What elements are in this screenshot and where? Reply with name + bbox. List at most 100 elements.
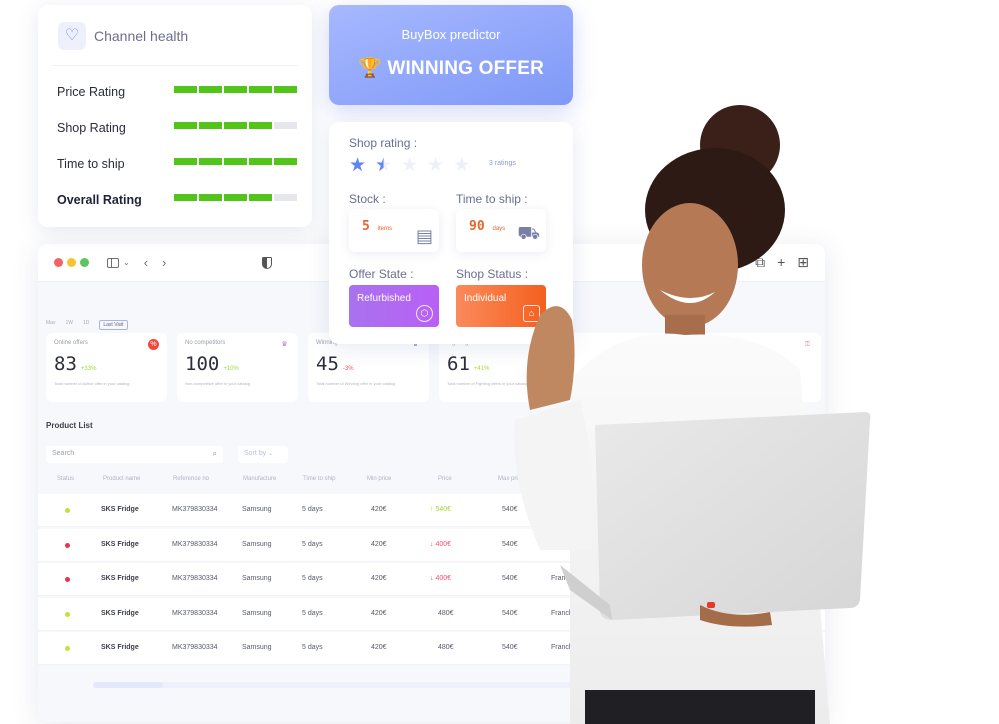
rating-bar <box>174 194 297 201</box>
range-tab[interactable]: 1D <box>83 320 89 330</box>
rating-segment-filled <box>249 86 272 93</box>
kpi-card-no-competitors[interactable]: No competitors ♛ 100 +10% Non-competitive… <box>177 333 298 402</box>
raised-fist <box>526 306 575 410</box>
sort-by-label: Sort by <box>244 450 267 457</box>
rating-segment-filled <box>274 158 297 165</box>
rating-segment-filled <box>174 194 197 201</box>
cell-price: ↓ 400€ <box>430 540 452 548</box>
rating-segment-filled <box>274 86 297 93</box>
cell-ship: 5 days <box>302 644 323 651</box>
kpi-description: Total number of Active offer in your cat… <box>54 381 130 386</box>
shop-rating-label: Shop rating : <box>349 136 418 150</box>
chevron-down-icon: ⌄ <box>268 451 274 457</box>
status-dot <box>65 508 70 513</box>
forward-arrow-icon[interactable]: › <box>162 256 166 269</box>
rating-label: Shop Rating <box>57 121 126 135</box>
price-value: 480€ <box>438 644 454 651</box>
kpi-description: Non-competitive offer in your catalog <box>185 381 251 386</box>
cell-ship: 5 days <box>302 575 323 582</box>
cell-price: 480€ <box>438 644 454 651</box>
person-with-laptop-image <box>514 105 871 724</box>
rating-segment-filled <box>199 194 222 201</box>
price-value: 540€ <box>435 506 452 513</box>
cell-manufacturer: Samsung <box>242 575 272 582</box>
cell-min: 420€ <box>371 575 387 582</box>
rating-segment-filled <box>224 86 247 93</box>
status-dot <box>65 611 70 617</box>
channel-health-card: ♡ Channel health Price Rating Shop Rating… <box>38 5 312 227</box>
stock-box: 5 items ▤ <box>349 209 439 252</box>
star-half-icon: ★ <box>375 155 393 176</box>
stock-label: Stock : <box>349 192 386 206</box>
cell-manufacturer: Samsung <box>242 644 272 651</box>
cell-name: SKS Fridge <box>101 644 139 651</box>
percent-icon: % <box>148 339 159 350</box>
star-empty-icon: ★ <box>427 155 445 176</box>
column-header: Reference no <box>173 476 210 482</box>
shelf-icon: ▤ <box>415 226 433 246</box>
divider <box>52 65 298 66</box>
kpi-value: 61 <box>447 353 470 375</box>
kpi-value: 83 <box>54 353 77 375</box>
cell-ref: MK379830334 <box>172 609 218 617</box>
rating-segment-empty <box>274 122 297 129</box>
cell-name: SKS Fridge <box>101 575 139 582</box>
offer-state-value: Refurbished <box>357 293 411 304</box>
cell-min: 420€ <box>371 609 387 617</box>
cell-manufacturer: Samsung <box>242 609 272 617</box>
range-tab-active[interactable]: Last Visit <box>99 320 128 330</box>
kpi-delta: +33% <box>80 366 97 372</box>
star-empty-icon: ★ <box>453 155 471 176</box>
search-input[interactable]: Search ⌕ <box>46 446 223 463</box>
price-value: 400€ <box>435 575 452 582</box>
cell-name: SKS Fridge <box>101 540 139 548</box>
cell-price: ↑ 540€ <box>430 506 452 513</box>
kpi-delta: +41% <box>473 366 490 372</box>
cell-manufacturer: Samsung <box>242 506 272 513</box>
rating-segment-empty <box>274 194 297 201</box>
buybox-subtitle: BuyBox predictor <box>401 27 501 42</box>
sidebar-toggle-icon[interactable] <box>107 257 119 268</box>
column-header: Product name <box>103 476 141 482</box>
kpi-card-online-offers[interactable]: Online offers % 83 +33% Total number of A… <box>46 333 167 402</box>
sort-by-dropdown[interactable]: Sort by ⌄ <box>238 446 288 463</box>
chevron-down-icon[interactable]: ⌄ <box>123 258 130 267</box>
star-rating: ★ ★ ★ ★ ★ <box>349 154 470 177</box>
date-range-tabs: Max 1W 1D Last Visit <box>46 320 128 330</box>
kpi-description: Total number of Winning offer in your ca… <box>316 381 396 386</box>
star-empty-icon: ★ <box>401 155 419 176</box>
box-icon: ⬡ <box>416 305 433 322</box>
maximize-window-button[interactable] <box>80 258 89 267</box>
back-arrow-icon[interactable]: ‹ <box>144 256 148 269</box>
buybox-status-text: WINNING OFFER <box>387 58 545 79</box>
rating-segment-filled <box>199 86 222 93</box>
close-window-button[interactable] <box>54 258 63 267</box>
cell-ref: MK379830334 <box>172 506 218 513</box>
column-header: Time to ship <box>303 476 336 482</box>
offer-state-label: Offer State : <box>349 267 414 281</box>
stock-unit: items <box>377 226 392 232</box>
rating-row: Shop Rating <box>57 119 297 135</box>
time-to-ship-number: 90 <box>469 219 485 234</box>
rating-row: Time to ship <box>57 155 297 171</box>
rating-segment-filled <box>199 158 222 165</box>
rating-segment-filled <box>249 194 272 201</box>
buybox-predictor-card: BuyBox predictor 🏆 WINNING OFFER <box>329 5 573 105</box>
channel-health-title: Channel health <box>94 28 189 44</box>
face <box>642 203 738 327</box>
rating-row: Overall Rating <box>57 191 297 207</box>
cell-price: 480€ <box>438 610 454 617</box>
range-tab[interactable]: Max <box>46 320 55 330</box>
cell-min: 420€ <box>371 540 387 548</box>
status-dot <box>65 646 70 651</box>
status-dot <box>65 577 70 582</box>
search-icon[interactable]: ⌕ <box>213 449 217 459</box>
kpi-delta: -3% <box>342 366 354 372</box>
cell-ref: MK379830334 <box>172 575 218 582</box>
cell-price: ↓ 400€ <box>430 575 452 582</box>
range-tab[interactable]: 1W <box>65 320 73 330</box>
minimize-window-button[interactable] <box>67 258 76 267</box>
laptop <box>595 412 871 620</box>
kpi-value: 100 <box>185 353 220 375</box>
price-value: 480€ <box>438 609 454 617</box>
